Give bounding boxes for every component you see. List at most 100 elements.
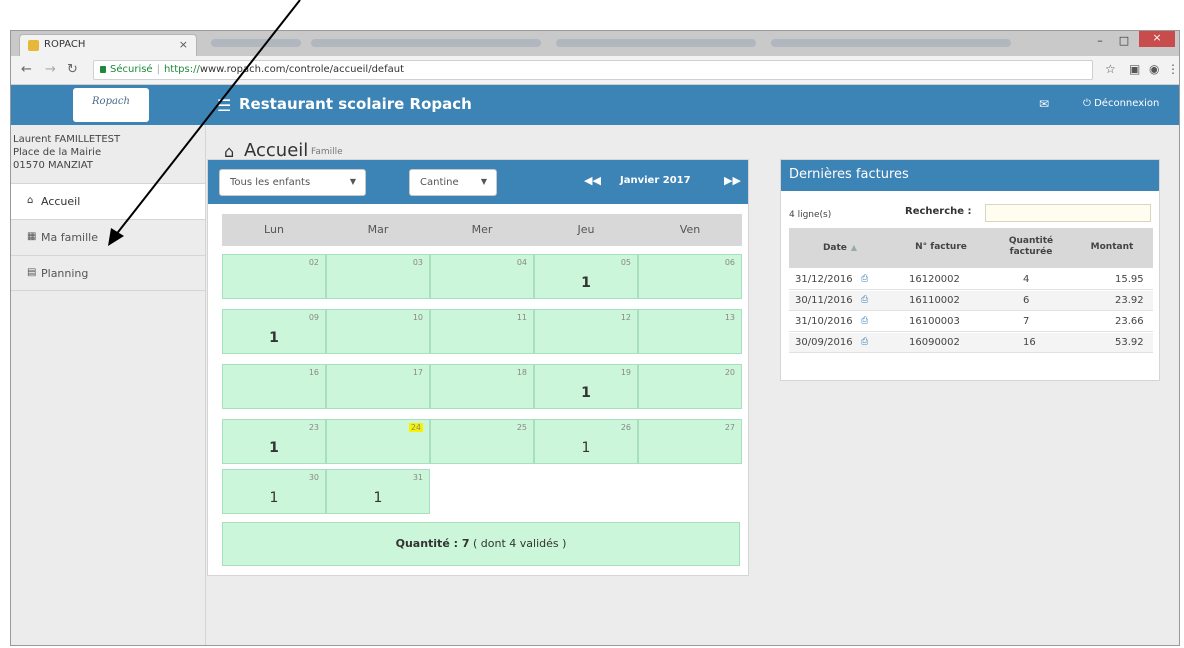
invoice-number: 16120002: [909, 274, 960, 285]
maximize-icon[interactable]: □: [1113, 34, 1135, 47]
column-header-amount[interactable]: Montant: [1071, 228, 1153, 268]
minimize-icon[interactable]: –: [1089, 34, 1111, 47]
calendar-day-cell[interactable]: 05 1: [534, 254, 638, 299]
row-count: 4 ligne(s): [789, 210, 832, 220]
calendar-day-cell[interactable]: 03: [326, 254, 430, 299]
calendar-day-cell[interactable]: 24: [326, 419, 430, 464]
day-number: 05: [620, 258, 631, 267]
sidebar-item-planning[interactable]: ▤ Planning: [11, 255, 205, 291]
blurred-area: [311, 39, 541, 47]
tab-close-icon[interactable]: ×: [179, 38, 188, 51]
forward-icon[interactable]: →: [45, 62, 56, 77]
calendar-day-cell[interactable]: 13: [638, 309, 742, 354]
invoice-number: 16090002: [909, 337, 960, 348]
service-select-value: Cantine: [420, 177, 459, 188]
logo[interactable]: Ropach: [11, 85, 205, 125]
calendar-day-cell[interactable]: 12: [534, 309, 638, 354]
quantity-validated: ( dont 4 validés ): [469, 537, 567, 550]
lock-icon: [100, 65, 106, 73]
mail-icon[interactable]: ✉: [1039, 97, 1049, 111]
day-quantity: 1: [581, 440, 591, 456]
column-header-quantity[interactable]: Quantité facturée: [991, 228, 1071, 268]
day-number: 20: [724, 368, 735, 377]
day-quantity: 1: [269, 490, 279, 506]
printer-icon[interactable]: ⎙: [861, 274, 868, 284]
url-field[interactable]: Sécurisé | https://www.ropach.com/controle…: [93, 60, 1093, 80]
calendar-day-cell[interactable]: 31 1: [326, 469, 430, 514]
printer-icon[interactable]: ⎙: [861, 316, 868, 326]
url-protocol: https://: [163, 64, 200, 75]
logout-link[interactable]: ⏻ Déconnexion: [1083, 98, 1159, 109]
calendar-day-cell[interactable]: 23 1: [222, 419, 326, 464]
calendar-day-cell[interactable]: 09 1: [222, 309, 326, 354]
calendar-icon: ▤: [27, 267, 37, 278]
blurred-area: [556, 39, 756, 47]
calendar-day-cell[interactable]: 25: [430, 419, 534, 464]
day-header: Lun: [222, 214, 326, 246]
day-quantity: 1: [269, 330, 279, 346]
calendar-day-cell[interactable]: 16: [222, 364, 326, 409]
calendar-day-cell[interactable]: 18: [430, 364, 534, 409]
day-number: 23: [308, 423, 319, 432]
calendar-header: Tous les enfants ▼ Cantine ▼ ◀◀ Janvier …: [208, 160, 748, 204]
day-number: 13: [724, 313, 735, 322]
calendar-day-cell[interactable]: 11: [430, 309, 534, 354]
reload-icon[interactable]: ↻: [67, 62, 78, 77]
close-window-icon[interactable]: ×: [1139, 31, 1175, 47]
column-header-date[interactable]: Date ▲: [789, 228, 891, 268]
calendar-day-cell[interactable]: 30 1: [222, 469, 326, 514]
calendar-day-cell[interactable]: 19 1: [534, 364, 638, 409]
logout-label: Déconnexion: [1094, 98, 1160, 109]
calendar-day-cell[interactable]: 27: [638, 419, 742, 464]
calendar-day-cell[interactable]: 20: [638, 364, 742, 409]
bookmark-star-icon[interactable]: ☆: [1105, 62, 1116, 76]
calendar-day-cell[interactable]: 26 1: [534, 419, 638, 464]
table-row: 31/12/2016 16120002 4 15.95 ⎙: [789, 270, 1153, 290]
invoice-number: 16100003: [909, 316, 960, 327]
printer-icon[interactable]: ⎙: [861, 337, 868, 347]
top-navbar: Ropach ☰ Restaurant scolaire Ropach ✉ ⏻ …: [11, 85, 1179, 125]
day-quantity: 1: [269, 440, 279, 456]
sidebar-item-ma-famille[interactable]: ▦ Ma famille: [11, 219, 205, 255]
power-icon: ⏻: [1083, 98, 1095, 109]
children-select[interactable]: Tous les enfants ▼: [219, 169, 366, 196]
invoice-date: 30/11/2016: [795, 295, 853, 306]
invoices-panel: Dernières factures 4 ligne(s) Recherche …: [780, 159, 1160, 381]
home-icon: ⌂: [27, 195, 34, 206]
url-path: www.ropach.com/controle/accueil/defaut: [199, 64, 404, 75]
calendar-day-cell[interactable]: 04: [430, 254, 534, 299]
calendar-day-cell[interactable]: 10: [326, 309, 430, 354]
column-header-invoice-number[interactable]: N° facture: [891, 228, 991, 268]
month-label: Janvier 2017: [620, 175, 691, 186]
day-number: 10: [412, 313, 423, 322]
browser-tab[interactable]: ROPACH ×: [19, 34, 197, 56]
next-month-icon[interactable]: ▶▶: [724, 174, 741, 187]
more-icon[interactable]: ⋮: [1167, 62, 1179, 76]
calendar-day-cell[interactable]: 06: [638, 254, 742, 299]
day-number: 25: [516, 423, 527, 432]
sidebar-item-label: Ma famille: [41, 231, 98, 244]
logo-badge: Ropach: [73, 88, 149, 122]
logo-text: Ropach: [92, 96, 130, 107]
service-select[interactable]: Cantine ▼: [409, 169, 497, 196]
chevron-down-icon: ▼: [349, 177, 356, 186]
extension-icon[interactable]: ▣: [1129, 62, 1140, 76]
invoices-header: Dernières factures: [781, 160, 1159, 191]
app-title: Restaurant scolaire Ropach: [239, 95, 472, 113]
children-select-value: Tous les enfants: [230, 177, 311, 188]
printer-icon[interactable]: ⎙: [861, 295, 868, 305]
sidebar-item-label: Accueil: [41, 195, 81, 208]
day-number: 17: [412, 368, 423, 377]
back-icon[interactable]: ←: [21, 62, 32, 77]
search-input[interactable]: [985, 204, 1151, 222]
settings-icon[interactable]: ◉: [1149, 62, 1159, 76]
user-info: Laurent FAMILLETEST Place de la Mairie 0…: [13, 133, 120, 172]
previous-month-icon[interactable]: ◀◀: [584, 174, 601, 187]
sort-icon: ▲: [850, 243, 858, 252]
calendar-day-cell[interactable]: 02: [222, 254, 326, 299]
calendar-day-cell[interactable]: 17: [326, 364, 430, 409]
sidebar-item-accueil[interactable]: ⌂ Accueil: [11, 183, 205, 219]
menu-toggle-icon[interactable]: ☰: [217, 96, 231, 115]
day-number: 12: [620, 313, 631, 322]
tab-title: ROPACH: [44, 39, 86, 50]
